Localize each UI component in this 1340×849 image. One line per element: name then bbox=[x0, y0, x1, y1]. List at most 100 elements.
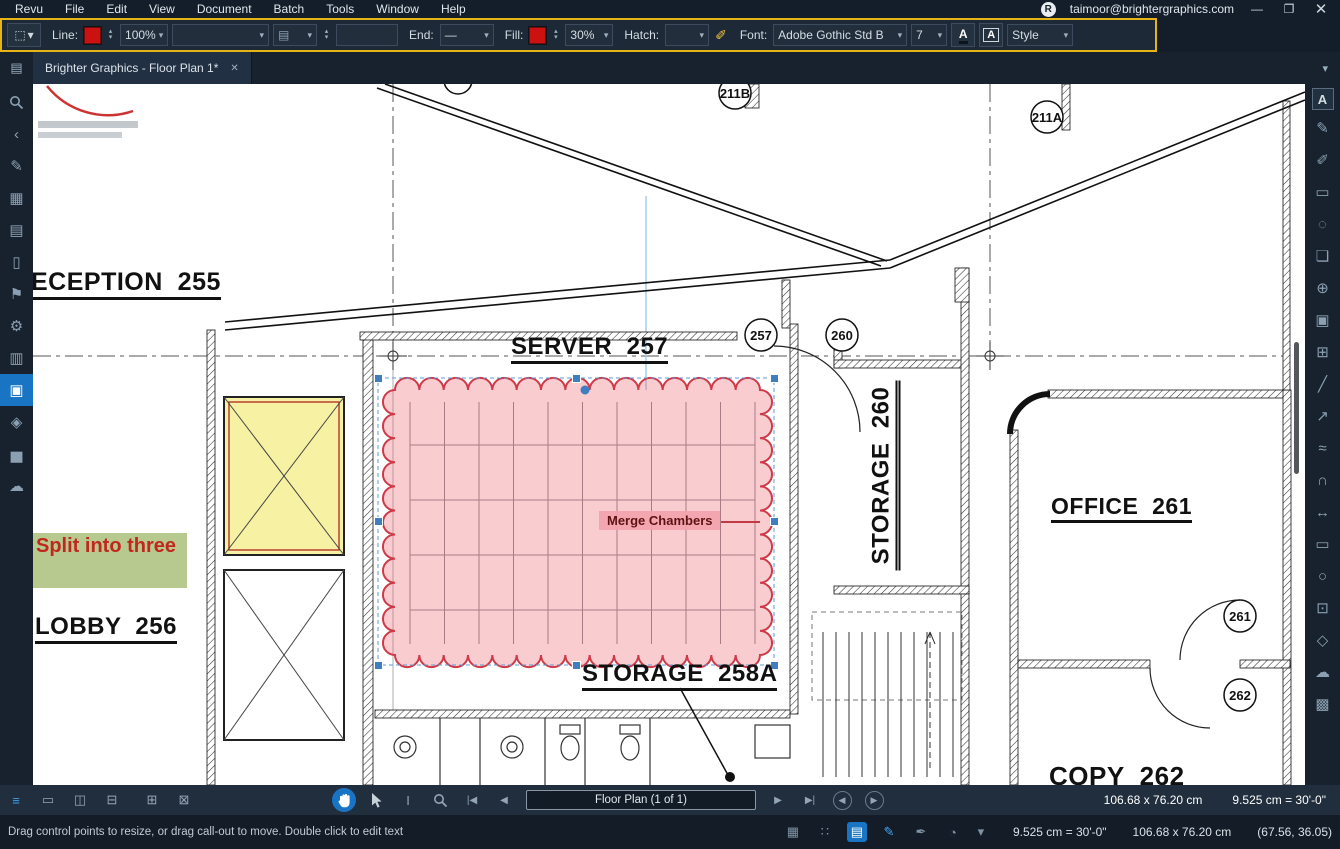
minimize-icon[interactable]: — bbox=[1248, 2, 1266, 16]
end-style-select[interactable]: —▾ bbox=[440, 24, 494, 46]
insert-pages-icon[interactable]: ⊞ bbox=[136, 785, 168, 815]
split-vertical-icon[interactable]: ◫ bbox=[64, 785, 96, 815]
style-select[interactable]: Style▾ bbox=[1007, 24, 1073, 46]
line-opacity-select[interactable]: 100%▾ bbox=[120, 24, 168, 46]
file-properties-icon[interactable]: ▯ bbox=[0, 246, 33, 278]
next-page-icon[interactable]: ▶ bbox=[762, 785, 794, 815]
menubar: Revu File Edit View Document Batch Tools… bbox=[0, 0, 1340, 18]
fill-opacity-select[interactable]: 30%▾ bbox=[565, 24, 613, 46]
studio-icon[interactable]: ☁ bbox=[0, 470, 33, 502]
single-pane-icon[interactable]: ▭ bbox=[32, 785, 64, 815]
menu-item-tools[interactable]: Tools bbox=[315, 0, 365, 18]
eraser-tool-icon[interactable]: ▭ bbox=[1305, 176, 1340, 208]
arrow-tool-icon[interactable]: ↗ bbox=[1305, 400, 1340, 432]
line-tool-icon[interactable]: ╱ bbox=[1305, 368, 1340, 400]
chevron-down-icon[interactable]: ▾ bbox=[975, 824, 987, 840]
tab-overflow-icon[interactable]: ▾ bbox=[1322, 62, 1340, 75]
markups-list-toggle-icon[interactable]: ≡ bbox=[0, 785, 32, 815]
ellipse-tool-icon[interactable]: ○ bbox=[1305, 560, 1340, 592]
fill-color-stepper[interactable]: ▴▾ bbox=[550, 29, 561, 41]
account-email[interactable]: taimoor@brightergraphics.com bbox=[1070, 2, 1234, 16]
last-page-icon[interactable]: ▶| bbox=[794, 785, 826, 815]
select-tool-icon[interactable] bbox=[360, 785, 392, 815]
highlighter-icon[interactable]: ✐ bbox=[715, 27, 727, 44]
tool-chest-icon[interactable]: ▣ bbox=[0, 374, 33, 406]
polyline-tool-icon[interactable]: ≈ bbox=[1305, 432, 1340, 464]
first-page-icon[interactable]: |◀ bbox=[456, 785, 488, 815]
menu-item-view[interactable]: View bbox=[138, 0, 186, 18]
menu-item-window[interactable]: Window bbox=[365, 0, 430, 18]
split-note-highlight[interactable]: Split into three bbox=[33, 533, 187, 588]
pan-tool-icon[interactable] bbox=[328, 785, 360, 815]
line-width-stepper[interactable]: ▴▾ bbox=[321, 29, 332, 41]
arc-tool-icon[interactable]: ∩ bbox=[1305, 464, 1340, 496]
split-note-text: Split into three bbox=[33, 533, 187, 560]
menu-item-revu[interactable]: Revu bbox=[4, 0, 54, 18]
settings-gear-icon[interactable]: ⚙ bbox=[0, 310, 33, 342]
search-icon[interactable] bbox=[0, 86, 33, 118]
polygon-tool-icon[interactable]: ◇ bbox=[1305, 624, 1340, 656]
markup-tools-icon[interactable]: ✎ bbox=[0, 150, 33, 182]
text-box-button[interactable]: A bbox=[979, 23, 1003, 47]
menu-item-document[interactable]: Document bbox=[186, 0, 263, 18]
document-tab[interactable]: Brighter Graphics - Floor Plan 1* ✕ bbox=[33, 52, 252, 84]
flags-icon[interactable]: ⚑ bbox=[0, 278, 33, 310]
zoom-tool-icon[interactable] bbox=[424, 785, 456, 815]
line-color-stepper[interactable]: ▴▾ bbox=[105, 29, 116, 41]
sets-icon[interactable]: ▅ bbox=[0, 438, 33, 470]
collapse-panel-icon[interactable]: ‹ bbox=[0, 118, 33, 150]
line-width-input[interactable] bbox=[336, 24, 398, 46]
note-tool-icon[interactable]: ⊕ bbox=[1305, 272, 1340, 304]
dimension-tool-icon[interactable]: ↔ bbox=[1305, 496, 1340, 528]
selection-mode-button[interactable]: ⬚▾ bbox=[7, 23, 41, 47]
close-icon[interactable]: ✕ bbox=[1312, 0, 1330, 18]
previous-view-icon[interactable]: ◀ bbox=[826, 785, 858, 815]
menu-item-edit[interactable]: Edit bbox=[95, 0, 138, 18]
callout-tool-icon[interactable]: ❏ bbox=[1305, 240, 1340, 272]
markups-list-icon[interactable]: ▥ bbox=[0, 342, 33, 374]
split-horizontal-icon[interactable]: ⊟ bbox=[96, 785, 128, 815]
highlighter-tool-icon[interactable]: ✐ bbox=[1305, 144, 1340, 176]
line-pattern-select[interactable]: ▤▾ bbox=[273, 24, 317, 46]
maximize-icon[interactable]: ❐ bbox=[1280, 2, 1298, 16]
previous-page-icon[interactable]: ◀ bbox=[488, 785, 520, 815]
menu-item-file[interactable]: File bbox=[54, 0, 95, 18]
snap-to-markup-icon[interactable]: ✎ bbox=[879, 824, 899, 840]
layers-icon[interactable]: ◈ bbox=[0, 406, 33, 438]
font-size-select[interactable]: 7▾ bbox=[911, 24, 947, 46]
compass-icon[interactable]: ◔ bbox=[943, 825, 963, 840]
page-navigation-box[interactable]: Floor Plan (1 of 1) bbox=[526, 790, 756, 810]
hatch-tool-icon[interactable]: ▩ bbox=[1305, 688, 1340, 720]
crop-tool-icon[interactable]: ⊞ bbox=[1305, 336, 1340, 368]
text-profile-tool[interactable]: A bbox=[1305, 86, 1340, 112]
cloud-tool-icon[interactable]: ☁ bbox=[1305, 656, 1340, 688]
thumbnails-icon[interactable]: ▦ bbox=[0, 182, 33, 214]
line-style-select[interactable]: ▾ bbox=[172, 24, 269, 46]
hatch-select[interactable]: ▾ bbox=[665, 24, 709, 46]
snap-to-content-icon[interactable]: ▤ bbox=[847, 822, 867, 842]
select-text-icon[interactable]: I bbox=[392, 785, 424, 815]
font-select[interactable]: Adobe Gothic Std B▾ bbox=[773, 24, 907, 46]
extract-pages-icon[interactable]: ⊠ bbox=[168, 785, 200, 815]
vertical-scrollbar[interactable] bbox=[1294, 342, 1299, 474]
image-tool-icon[interactable]: ▣ bbox=[1305, 304, 1340, 336]
panel-toggle-icon[interactable]: ▤ bbox=[0, 60, 33, 76]
bookmarks-icon[interactable]: ▤ bbox=[0, 214, 33, 246]
menu-item-help[interactable]: Help bbox=[430, 0, 477, 18]
pen-tool-icon[interactable]: ✎ bbox=[1305, 112, 1340, 144]
snapshot-tool-icon[interactable]: ⊡ bbox=[1305, 592, 1340, 624]
grid-icon[interactable]: ▦ bbox=[783, 824, 803, 840]
tab-close-icon[interactable]: ✕ bbox=[230, 63, 238, 74]
line-color-swatch[interactable] bbox=[84, 27, 101, 44]
pdf-canvas[interactable]: 211B 211A 257 260 261 262 ECEPTION 255 S… bbox=[33, 84, 1305, 785]
fill-color-swatch[interactable] bbox=[529, 27, 546, 44]
ink-icon[interactable]: ✒ bbox=[911, 824, 931, 840]
chevron-down-icon: ▾ bbox=[938, 30, 943, 41]
menu-item-batch[interactable]: Batch bbox=[263, 0, 316, 18]
lasso-tool-icon[interactable]: ◌ bbox=[1305, 208, 1340, 240]
rectangle-tool-icon[interactable]: ▭ bbox=[1305, 528, 1340, 560]
merge-note-text[interactable]: Merge Chambers bbox=[599, 511, 720, 530]
font-color-button[interactable]: A bbox=[951, 23, 975, 47]
next-view-icon[interactable]: ▶ bbox=[858, 785, 890, 815]
snap-to-grid-icon[interactable]: ∷ bbox=[815, 824, 835, 840]
